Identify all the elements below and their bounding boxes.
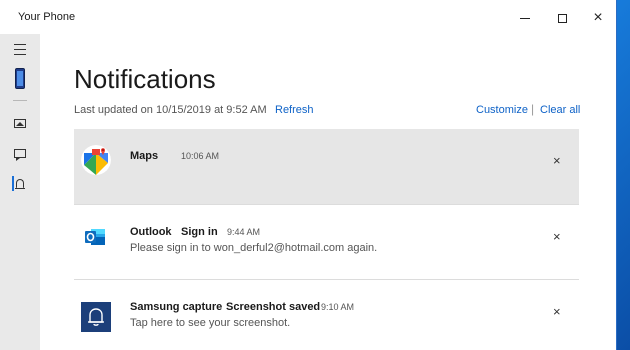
notification-app-name: Samsung capture [130, 301, 223, 313]
refresh-link[interactable]: Refresh [275, 104, 314, 116]
customize-link[interactable]: Customize [476, 104, 528, 116]
link-separator: | [531, 102, 535, 116]
bell-icon [15, 178, 25, 189]
notification-body: Tap here to see your screenshot. [130, 317, 291, 329]
close-window-button[interactable]: × [586, 6, 610, 30]
dismiss-notification-button[interactable]: × [553, 153, 561, 168]
last-updated-text: Last updated on 10/15/2019 at 9:52 AM [74, 104, 267, 116]
minimize-button[interactable] [513, 6, 537, 30]
notification-item-samsung-capture[interactable]: Samsung capture Screenshot saved 9:10 AM… [74, 279, 579, 350]
notification-app-name: Maps [130, 150, 159, 162]
sidebar-menu-button[interactable] [0, 34, 40, 64]
notifications-page: Notifications Last updated on 10/15/2019… [40, 34, 616, 350]
dismiss-notification-button[interactable]: × [553, 304, 561, 319]
clear-all-link[interactable]: Clear all [540, 104, 580, 116]
sidebar-divider [13, 100, 27, 101]
notification-item-maps[interactable]: Maps 10:06 AM × [74, 129, 579, 204]
notification-item-outlook[interactable]: Outlook Sign in 9:44 AM Please sign in t… [74, 204, 579, 279]
sidebar [0, 34, 40, 350]
notification-app-name: Outlook [130, 226, 172, 238]
google-maps-icon [81, 145, 111, 175]
photos-icon [14, 118, 26, 128]
notification-time: 9:44 AM [227, 227, 261, 237]
your-phone-window: Your Phone × Notifications Last updated … [0, 0, 617, 350]
minimize-icon [520, 17, 530, 19]
dismiss-notification-button[interactable]: × [553, 229, 561, 244]
notification-title: Screenshot saved [226, 301, 321, 313]
notification-time: 10:06 AM [181, 151, 220, 161]
phone-icon [15, 67, 25, 89]
app-title: Your Phone [18, 11, 76, 23]
bell-icon [81, 302, 111, 332]
sidebar-item-photos[interactable] [0, 108, 40, 138]
messages-icon [14, 148, 26, 161]
close-icon: × [593, 9, 603, 26]
outlook-icon [84, 226, 106, 248]
notification-time: 9:10 AM [321, 302, 355, 312]
maximize-icon [557, 13, 567, 23]
notification-title: Sign in [181, 226, 218, 238]
sidebar-item-notifications[interactable] [0, 168, 40, 198]
notification-body: Please sign in to won_derful2@hotmail.co… [130, 242, 378, 254]
sidebar-item-phone[interactable] [0, 61, 40, 95]
hamburger-icon [14, 43, 26, 55]
page-title: Notifications [74, 64, 216, 94]
sidebar-item-messages[interactable] [0, 138, 40, 168]
title-bar[interactable]: Your Phone × [0, 0, 616, 34]
maximize-button[interactable] [550, 6, 574, 30]
